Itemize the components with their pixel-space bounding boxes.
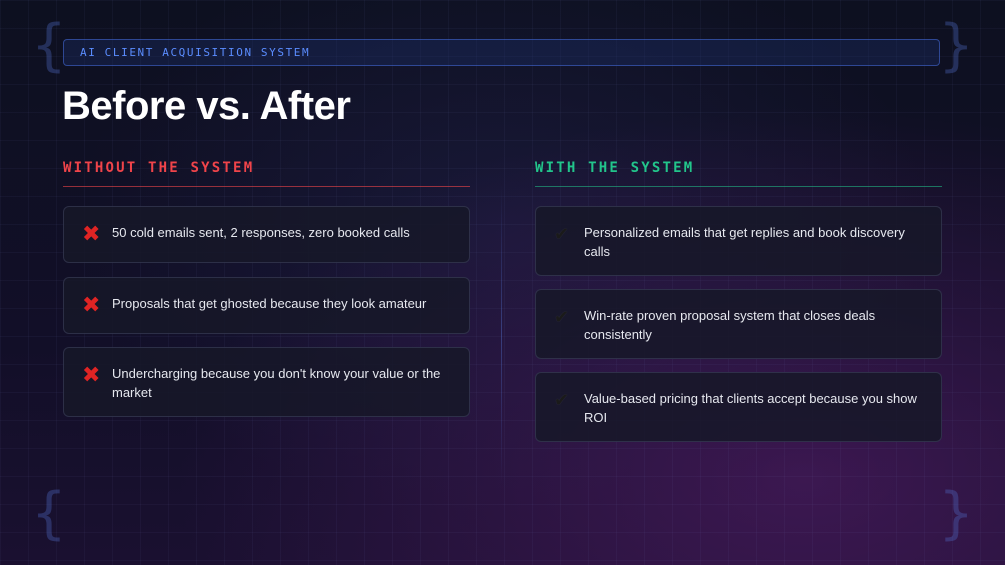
section-tag-bar: AI CLIENT ACQUISITION SYSTEM [63, 39, 940, 66]
without-item: ✖ 50 cold emails sent, 2 responses, zero… [63, 206, 470, 263]
cross-mark-icon: ✖ [82, 222, 101, 247]
without-column: WITHOUT THE SYSTEM [63, 160, 470, 187]
without-item-text: Proposals that get ghosted because they … [112, 296, 427, 311]
with-item: ✔ Value-based pricing that clients accep… [535, 372, 942, 442]
without-item: ✖ Undercharging because you don't know y… [63, 347, 470, 417]
with-column: WITH THE SYSTEM [535, 160, 942, 187]
cross-mark-icon: ✖ [82, 363, 101, 388]
without-item-text: Undercharging because you don't know you… [112, 366, 441, 400]
without-heading: WITHOUT THE SYSTEM [63, 160, 470, 187]
check-mark-icon: ✔ [554, 390, 570, 411]
brace-right-bottom-icon: } [939, 481, 973, 546]
column-divider [501, 185, 502, 485]
brace-right-top-icon: } [939, 13, 973, 78]
check-mark-icon: ✔ [554, 224, 570, 245]
with-heading: WITH THE SYSTEM [535, 160, 942, 187]
section-tag: AI CLIENT ACQUISITION SYSTEM [80, 46, 311, 59]
check-mark-icon: ✔ [554, 307, 570, 328]
brace-left-bottom-icon: { [32, 481, 66, 546]
with-item-text: Personalized emails that get replies and… [584, 225, 905, 259]
page-title: Before vs. After [62, 84, 351, 128]
with-item: ✔ Personalized emails that get replies a… [535, 206, 942, 276]
without-item: ✖ Proposals that get ghosted because the… [63, 277, 470, 334]
with-item-text: Win-rate proven proposal system that clo… [584, 308, 876, 342]
with-item: ✔ Win-rate proven proposal system that c… [535, 289, 942, 359]
with-item-text: Value-based pricing that clients accept … [584, 391, 917, 425]
without-item-text: 50 cold emails sent, 2 responses, zero b… [112, 225, 410, 240]
brace-left-top-icon: { [32, 13, 66, 78]
cross-mark-icon: ✖ [82, 293, 101, 318]
